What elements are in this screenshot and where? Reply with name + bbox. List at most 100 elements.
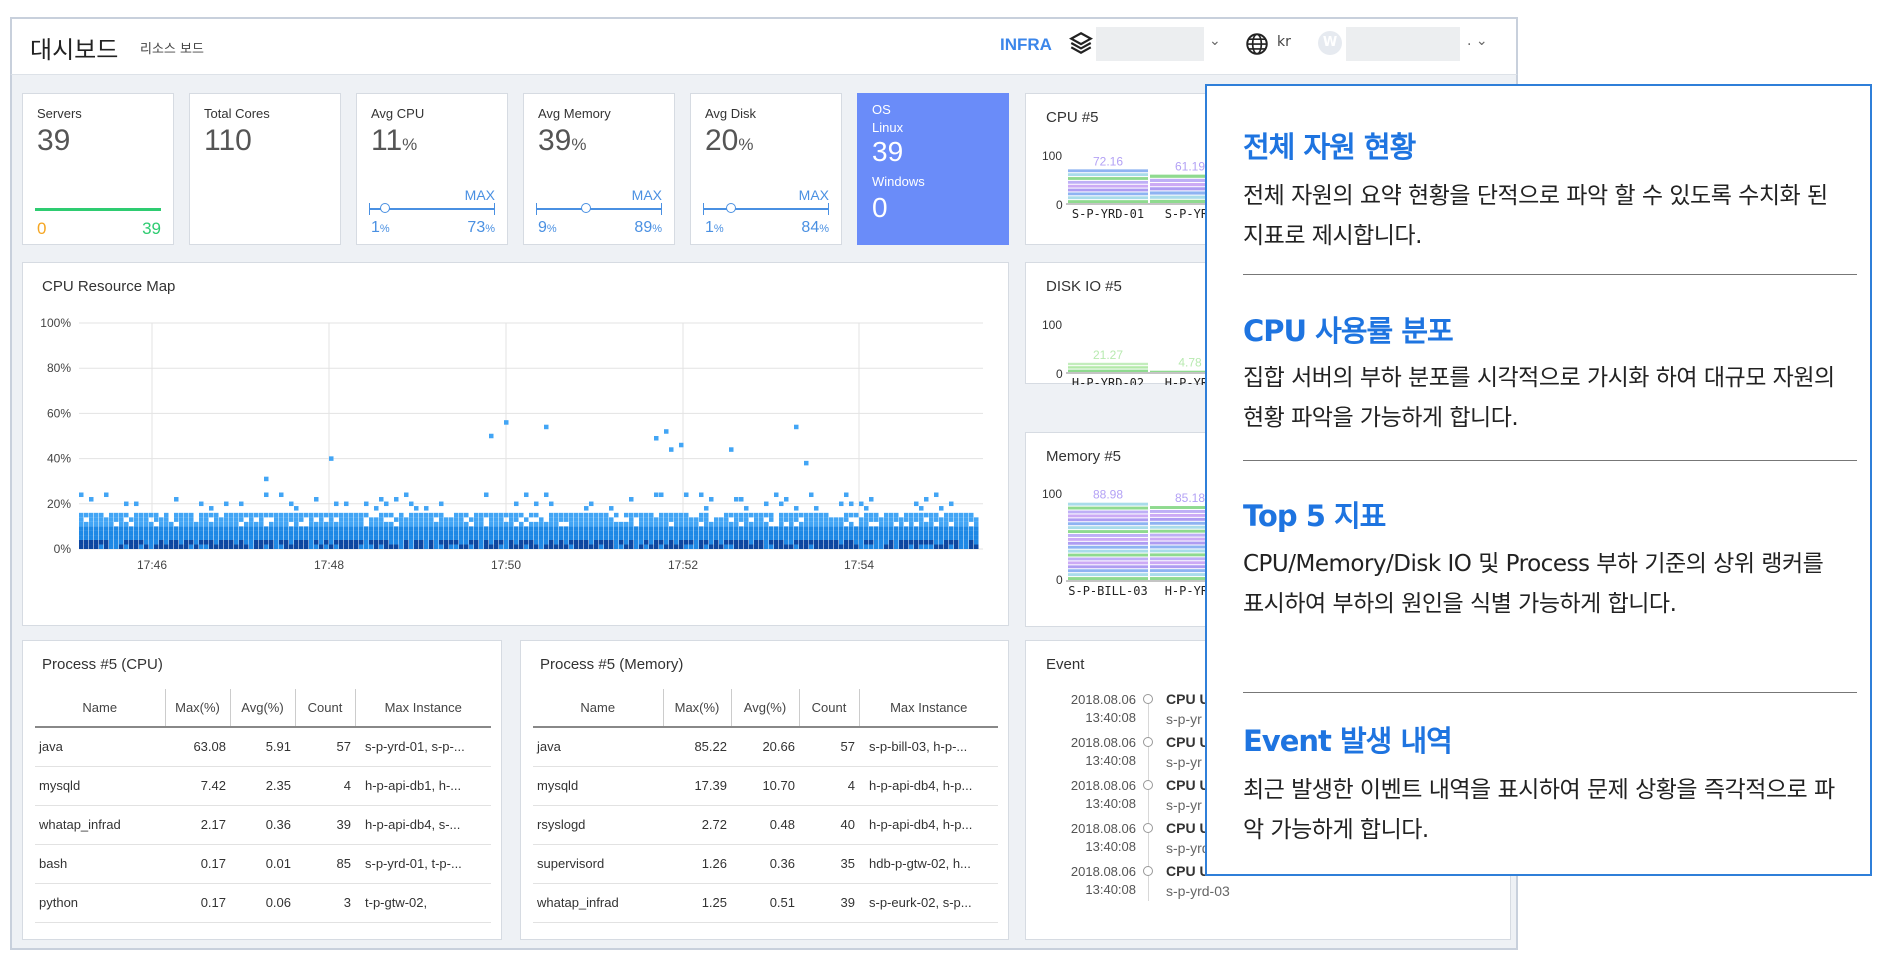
infra-tab[interactable]: INFRA (1000, 35, 1052, 55)
heatmap-cell (504, 526, 509, 531)
globe-icon[interactable] (1244, 31, 1270, 57)
heatmap-cell (204, 517, 209, 522)
heatmap-cell (444, 517, 449, 522)
top5-bar-segment (1068, 514, 1148, 518)
table-cell: 0.48 (731, 805, 799, 845)
column-header[interactable]: Avg(%) (230, 689, 296, 728)
heatmap-cell (474, 512, 479, 518)
table-row[interactable]: python 0.17 0.06 3 t-p-gtw-02, (35, 883, 491, 923)
heatmap-cell (444, 544, 449, 549)
column-header[interactable]: Count (799, 689, 860, 728)
event-item-title[interactable]: CPU U (1166, 691, 1210, 707)
table-cell: 5.91 (230, 727, 295, 767)
column-header[interactable]: Max(%) (165, 689, 231, 728)
heatmap-cell (424, 526, 429, 531)
column-header[interactable]: Name (35, 689, 166, 728)
heatmap-cell (844, 517, 849, 522)
heatmap-cell (509, 521, 514, 527)
avg-cpu-card[interactable]: Avg CPU 11% MAX 1% 73% (356, 93, 508, 245)
column-header[interactable]: Max Instance (355, 689, 491, 728)
table-row[interactable]: whatap_infrad 2.17 0.36 39 h-p-api-db4, s-..… (35, 805, 491, 845)
heatmap-cell (654, 535, 659, 540)
total-cores-card[interactable]: Total Cores 110 (189, 93, 341, 245)
event-item-title[interactable]: CPU U (1166, 734, 1210, 750)
page-subtitle[interactable]: 리소스 보드 (140, 38, 204, 57)
avg-disk-card[interactable]: Avg Disk 20% MAX 1% 84% (690, 93, 842, 245)
heatmap-cell (679, 526, 684, 531)
heatmap-cell (144, 539, 149, 545)
table-row[interactable]: mysqld 17.39 10.70 4 h-p-api-db4, h-p... (533, 766, 998, 806)
heatmap-cell (344, 535, 349, 540)
heatmap-cell (84, 526, 89, 531)
top5-bar-segment (1068, 506, 1148, 510)
process-cpu-title: Process #5 (CPU) (42, 656, 163, 673)
heatmap-cell (694, 526, 699, 531)
heatmap-cell (459, 526, 464, 531)
table-row[interactable]: bash 0.17 0.01 85 s-p-yrd-01, t-p-... (35, 844, 491, 884)
heatmap-cell (644, 530, 649, 536)
column-header[interactable]: Name (533, 689, 664, 728)
table-row[interactable]: rsyslogd 2.72 0.48 40 h-p-api-db4, h-p... (533, 805, 998, 845)
column-header[interactable]: Max(%) (663, 689, 732, 728)
heatmap-cell (884, 530, 889, 536)
heatmap-cell (704, 539, 709, 545)
heatmap-cell (944, 512, 949, 518)
heatmap-cell (799, 521, 804, 527)
heatmap-cell (674, 544, 679, 549)
heatmap-cell (834, 544, 839, 549)
layers-icon[interactable] (1068, 30, 1094, 56)
table-row[interactable]: java 85.22 20.66 57 s-p-bill-03, h-p-... (533, 727, 998, 767)
heatmap-cell (604, 530, 609, 536)
top5-bar-segment (1068, 577, 1148, 580)
heatmap-cell (429, 521, 434, 527)
heatmap-cell (609, 506, 614, 511)
table-row[interactable]: mysqld 7.42 2.35 4 h-p-api-db1, h-... (35, 766, 491, 806)
event-item-title[interactable]: CPU U (1166, 777, 1210, 793)
avg-disk-min-unit: % (713, 223, 724, 235)
os-card[interactable]: OS Linux 39 Windows 0 (857, 93, 1009, 245)
heatmap-cell (869, 512, 874, 518)
heatmap-cell (829, 535, 834, 540)
avatar[interactable]: W (1318, 31, 1342, 55)
cpu-heatmap-chart[interactable]: 100%80%60%40%20%0%17:46 17:48 17:50 17:52 17… (23, 263, 1010, 627)
servers-card[interactable]: Servers 39 0 39 (22, 93, 174, 245)
table-row[interactable]: java 63.08 5.91 57 s-p-yrd-01, s-p-... (35, 727, 491, 767)
heatmap-cell (509, 535, 514, 540)
column-header[interactable]: Max Instance (859, 689, 998, 728)
heatmap-cell (479, 544, 484, 549)
chevron-down-icon[interactable]: ⌄ (1209, 33, 1221, 49)
table-row[interactable]: supervisord 1.26 0.36 35 hdb-p-gtw-02, h... (533, 844, 998, 884)
avg-memory-max: 89% (634, 219, 662, 237)
heatmap-cell (789, 517, 794, 522)
heatmap-cell (199, 512, 204, 518)
heatmap-cell (309, 544, 314, 549)
user-selector[interactable] (1346, 27, 1460, 61)
heatmap-cell (924, 535, 929, 540)
heatmap-cell (209, 530, 214, 536)
heatmap-cell (824, 517, 829, 522)
column-header[interactable]: Avg(%) (731, 689, 800, 728)
heatmap-cell (834, 517, 839, 522)
user-menu-chevron[interactable]: . ⌄ (1467, 33, 1488, 49)
column-header[interactable]: Count (295, 689, 356, 728)
table-cell: 0.01 (230, 844, 295, 884)
heatmap-cell (764, 512, 769, 518)
heatmap-cell (924, 544, 929, 549)
project-selector[interactable] (1096, 27, 1204, 61)
avg-memory-card[interactable]: Avg Memory 39% MAX 9% 89% (523, 93, 675, 245)
heatmap-cell (649, 544, 654, 549)
heatmap-cell (214, 526, 219, 531)
heatmap-cell (859, 544, 864, 549)
heatmap-cell (564, 544, 569, 549)
event-item-title[interactable]: CPU U (1166, 820, 1210, 836)
avg-memory-min: 9% (538, 219, 557, 237)
heatmap-cell (284, 535, 289, 540)
heatmap-cell (274, 539, 279, 545)
heatmap-cell (94, 544, 99, 549)
heatmap-cell (439, 517, 444, 522)
heatmap-cell (549, 521, 554, 527)
heatmap-cell (174, 512, 179, 518)
heatmap-cell (759, 539, 764, 545)
table-row[interactable]: whatap_infrad 1.25 0.51 39 s-p-eurk-02, s-p.… (533, 883, 998, 923)
language-label[interactable]: kr (1277, 34, 1291, 50)
